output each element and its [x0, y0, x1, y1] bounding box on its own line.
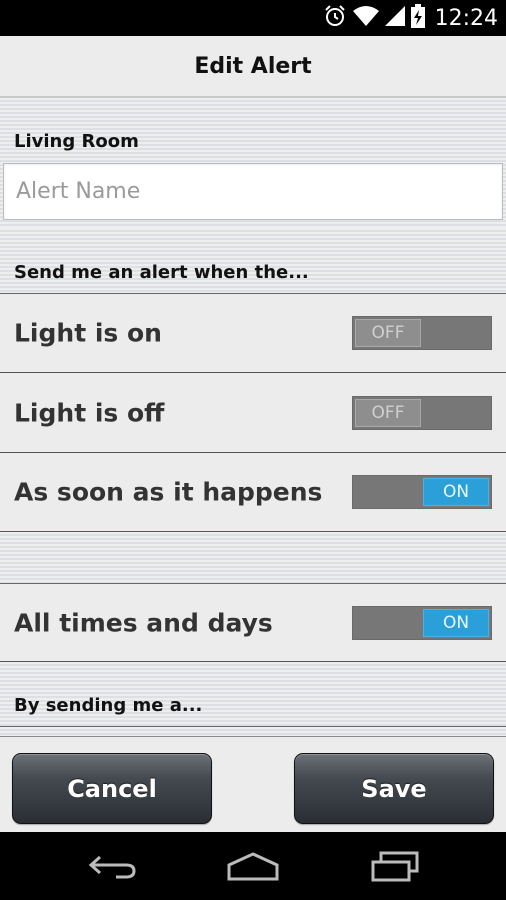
- status-icons: 12:24: [323, 0, 498, 36]
- page-title: Edit Alert: [194, 53, 312, 79]
- recent-apps-icon[interactable]: [360, 846, 430, 886]
- title-bar: Edit Alert: [0, 36, 506, 98]
- section-label-method: By sending me a...: [14, 695, 203, 716]
- switch-knob: ON: [423, 478, 489, 506]
- method-header-continuation: [0, 727, 506, 736]
- toggle-label-immediate: As soon as it happens: [14, 477, 323, 507]
- switch-knob: ON: [423, 608, 489, 637]
- toggle-row-light-on: Light is on OFF: [0, 294, 506, 373]
- save-button[interactable]: Save: [294, 753, 494, 824]
- toggle-label-light-on: Light is on: [14, 318, 162, 348]
- cancel-button[interactable]: Cancel: [12, 753, 212, 824]
- switch-knob: OFF: [355, 319, 421, 347]
- battery-charging-icon: [410, 3, 425, 33]
- immediate-switch[interactable]: ON: [352, 475, 492, 509]
- alarm-icon: [323, 4, 347, 33]
- section-label-condition: Send me an alert when the...: [14, 262, 309, 283]
- toggle-label-schedule: All times and days: [14, 608, 273, 637]
- section-label-location: Living Room: [14, 131, 139, 152]
- action-bar: Cancel Save: [0, 736, 506, 832]
- schedule-switch[interactable]: ON: [352, 605, 492, 640]
- light-on-switch[interactable]: OFF: [352, 316, 492, 350]
- toggle-label-light-off: Light is off: [14, 398, 165, 427]
- alert-name-input[interactable]: [4, 164, 502, 219]
- signal-icon: [384, 5, 405, 32]
- toggle-row-schedule: All times and days ON: [0, 584, 506, 662]
- status-bar: 12:24: [0, 0, 506, 36]
- navigation-bar: [0, 832, 506, 900]
- toggle-row-light-off: Light is off OFF: [0, 373, 506, 453]
- status-time: 12:24: [434, 5, 498, 31]
- home-icon[interactable]: [218, 846, 288, 886]
- section-header-location: Living Room: [0, 98, 506, 162]
- toggle-row-immediate: As soon as it happens ON: [0, 453, 506, 532]
- wifi-icon: [352, 5, 379, 32]
- back-icon[interactable]: [78, 846, 148, 886]
- switch-knob: OFF: [355, 398, 421, 427]
- section-header-method: By sending me a...: [0, 662, 506, 727]
- alert-name-field-wrapper: [3, 163, 503, 220]
- light-off-switch[interactable]: OFF: [352, 395, 492, 430]
- section-header-condition: Send me an alert when the...: [0, 228, 506, 294]
- section-spacer: [0, 532, 506, 584]
